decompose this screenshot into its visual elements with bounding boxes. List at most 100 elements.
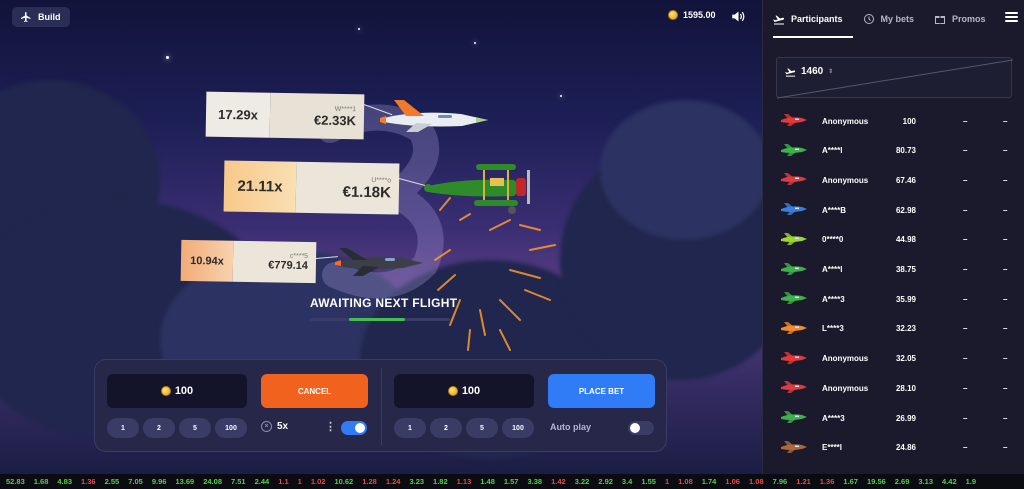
participant-row: A****l 80.73 – – bbox=[763, 136, 1024, 166]
participant-win: – bbox=[1003, 354, 1008, 364]
history-multiplier: 1.36 bbox=[819, 477, 835, 486]
participant-multiplier: – bbox=[963, 175, 968, 185]
participant-win: – bbox=[1003, 413, 1008, 423]
participant-win: – bbox=[1003, 383, 1008, 393]
participant-multiplier: – bbox=[963, 383, 968, 393]
participant-name: E****l bbox=[822, 443, 843, 453]
chip-button[interactable]: 100 bbox=[215, 418, 247, 438]
history-multiplier: 1.68 bbox=[33, 477, 49, 486]
history-multiplier: 1.08 bbox=[748, 477, 764, 486]
chip-button[interactable]: 5 bbox=[466, 418, 498, 438]
build-button[interactable]: Build bbox=[12, 7, 70, 27]
history-multiplier: 10.62 bbox=[334, 477, 354, 486]
menu-icon[interactable] bbox=[1005, 12, 1018, 22]
history-multiplier: 3.38 bbox=[527, 477, 543, 486]
history-multiplier: 2.92 bbox=[598, 477, 613, 486]
participant-row: A****3 35.99 – – bbox=[763, 284, 1024, 314]
participant-multiplier: – bbox=[963, 413, 968, 423]
participant-win: – bbox=[1003, 324, 1008, 334]
cashout-banner: 17.29x W****1 €2.33K bbox=[205, 91, 365, 140]
history-multiplier: 1.48 bbox=[480, 477, 495, 486]
history-multiplier: 1.67 bbox=[843, 477, 859, 486]
chip-button[interactable]: 1 bbox=[107, 418, 139, 438]
plane-icon bbox=[781, 262, 807, 275]
participant-win: – bbox=[1003, 235, 1008, 245]
history-multiplier: 1.08 bbox=[678, 477, 693, 486]
autoplay-label: Auto play bbox=[550, 422, 592, 432]
bet-amount-input[interactable]: 100 bbox=[394, 374, 534, 408]
plane-icon bbox=[781, 440, 807, 453]
star bbox=[358, 28, 360, 30]
airplane-icon bbox=[21, 12, 31, 22]
participant-name: A****l bbox=[822, 265, 843, 274]
participants-chart: 1460 ⇕ bbox=[776, 57, 1013, 99]
plane-icon bbox=[781, 143, 807, 156]
plane-icon bbox=[781, 381, 807, 394]
panel-divider bbox=[381, 368, 382, 445]
aviator-game-app: Build 1595.00 17.29x W****1 €2.33K 21.11… bbox=[0, 0, 1024, 489]
history-multiplier: 1.57 bbox=[503, 477, 519, 486]
history-multiplier: 1.06 bbox=[725, 477, 740, 486]
participant-name: A****B bbox=[822, 205, 847, 215]
participant-name: Anonymous bbox=[822, 175, 869, 185]
participants-count-value: 1460 bbox=[801, 66, 824, 77]
history-multiplier: 9.96 bbox=[151, 477, 167, 486]
auto-cashout-toggle[interactable] bbox=[341, 421, 367, 435]
more-options-icon[interactable]: ⋮ bbox=[325, 420, 336, 433]
history-multiplier: 3.13 bbox=[918, 477, 934, 486]
cancel-button[interactable]: CANCEL bbox=[261, 374, 368, 408]
participant-multiplier: – bbox=[963, 205, 968, 215]
tab-promos[interactable]: Promos bbox=[924, 0, 996, 38]
cashout-banner: 21.11x U****o €1.18K bbox=[223, 160, 400, 215]
star bbox=[166, 56, 169, 59]
auto-cashout[interactable]: × 5x bbox=[261, 421, 288, 432]
plane-icon bbox=[781, 173, 807, 186]
plane-icon bbox=[781, 203, 807, 216]
history-multiplier: 7.51 bbox=[231, 477, 246, 486]
plane-icon bbox=[781, 411, 807, 423]
participant-multiplier: – bbox=[963, 294, 968, 304]
chip-button[interactable]: 1 bbox=[394, 418, 426, 438]
coin-icon bbox=[668, 10, 678, 20]
banner-amount-block: W****1 €2.33K bbox=[269, 92, 365, 140]
tab-participants[interactable]: Participants bbox=[763, 0, 853, 38]
participant-win: – bbox=[1003, 146, 1008, 156]
chip-button[interactable]: 100 bbox=[502, 418, 534, 438]
history-multiplier: 24.08 bbox=[203, 477, 222, 486]
history-multiplier: 7.05 bbox=[128, 477, 143, 486]
banner-multiplier: 17.29x bbox=[205, 91, 271, 138]
participant-bet: 32.23 bbox=[895, 324, 916, 334]
history-multiplier: 1.13 bbox=[456, 477, 472, 486]
chip-button[interactable]: 2 bbox=[430, 418, 462, 438]
sort-icon: ⇕ bbox=[828, 69, 834, 75]
participant-bet: 44.98 bbox=[895, 235, 916, 245]
chip-button[interactable]: 5 bbox=[179, 418, 211, 438]
banner-amount: €2.33K bbox=[313, 112, 357, 128]
cashout-banner: 10.94x c****5 €779.14 bbox=[180, 239, 317, 284]
participant-multiplier: – bbox=[963, 443, 968, 453]
autoplay-toggle[interactable] bbox=[628, 421, 654, 435]
participant-row: L****3 32.23 – – bbox=[763, 314, 1024, 344]
history-multiplier: 1.24 bbox=[385, 477, 401, 486]
coin-icon bbox=[447, 386, 458, 396]
bet-amount-input[interactable]: 100 bbox=[107, 374, 247, 408]
flight-status: AWAITING NEXT FLIGHT bbox=[310, 296, 458, 310]
bet-amount-value: 100 bbox=[461, 385, 481, 397]
sound-icon[interactable] bbox=[731, 10, 746, 23]
tab-my-bets[interactable]: My bets bbox=[853, 0, 925, 38]
participant-row: A****l 38.75 – – bbox=[763, 255, 1024, 285]
participant-bet: 62.98 bbox=[895, 205, 916, 215]
chip-button[interactable]: 2 bbox=[143, 418, 175, 438]
history-multiplier: 1.1 bbox=[278, 477, 289, 486]
history-multiplier: 19.56 bbox=[867, 477, 886, 486]
place-bet-button[interactable]: PLACE BET bbox=[548, 374, 655, 408]
participant-name: 0****0 bbox=[822, 235, 844, 245]
history-multiplier: 1.42 bbox=[551, 477, 566, 486]
star bbox=[560, 95, 562, 97]
history-multiplier: 3.22 bbox=[574, 477, 590, 486]
balance-value: 1595.00 bbox=[683, 10, 716, 20]
game-scene: Build 1595.00 17.29x W****1 €2.33K 21.11… bbox=[0, 0, 762, 474]
quick-amount-chips: 1 2 5 100 bbox=[394, 418, 534, 438]
history-multiplier: 1.82 bbox=[433, 477, 448, 486]
airplane-takeoff-icon bbox=[773, 15, 785, 24]
